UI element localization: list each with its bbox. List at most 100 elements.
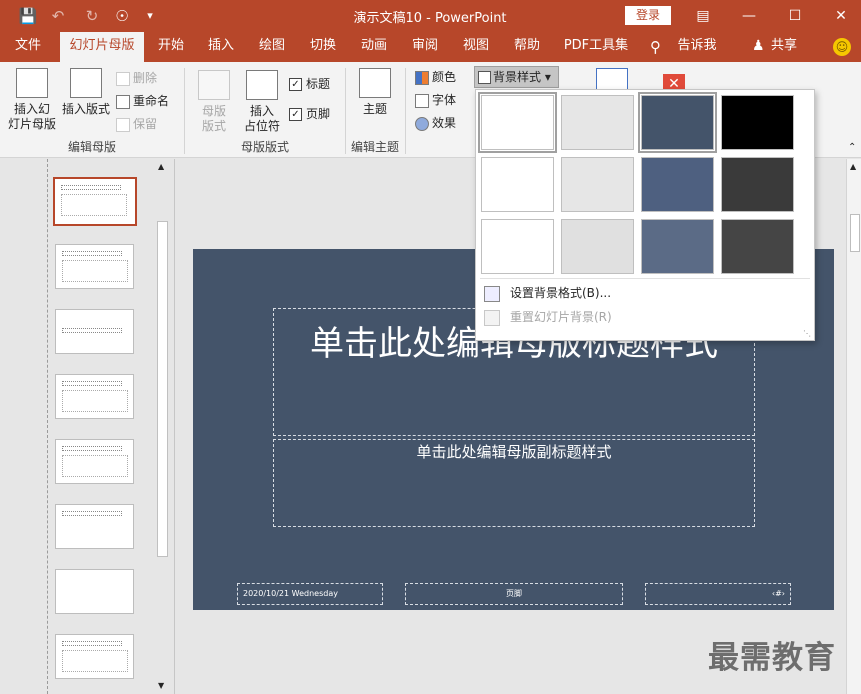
colors-label: 颜色 bbox=[432, 70, 457, 84]
tab-draw[interactable]: 绘图 bbox=[249, 32, 295, 62]
slide-number-placeholder[interactable]: ‹#› bbox=[645, 583, 791, 605]
colors-icon bbox=[415, 70, 429, 85]
title-checkbox-label: 标题 bbox=[306, 77, 331, 91]
tab-pdf-tools[interactable]: PDF工具集 bbox=[558, 32, 634, 62]
background-style-swatch[interactable] bbox=[721, 157, 794, 212]
footer-placeholder[interactable]: 页脚 bbox=[405, 583, 623, 605]
thumbnail-layout[interactable] bbox=[55, 309, 134, 354]
thumbnail-layout[interactable] bbox=[55, 439, 134, 484]
canvas-scrollbar[interactable]: ▲ bbox=[846, 159, 861, 694]
tab-animations[interactable]: 动画 bbox=[351, 32, 397, 62]
background-style-swatch[interactable] bbox=[481, 157, 554, 212]
background-style-swatch[interactable] bbox=[561, 157, 634, 212]
background-style-swatch[interactable] bbox=[561, 219, 634, 274]
subtitle-placeholder[interactable]: 单击此处编辑母版副标题样式 bbox=[273, 439, 755, 527]
undo-icon[interactable]: ↶ bbox=[48, 6, 68, 26]
login-button[interactable]: 登录 bbox=[625, 6, 671, 25]
thumb-title-bar bbox=[62, 328, 122, 333]
thumbnail-layout[interactable] bbox=[55, 634, 134, 679]
insert-master-label-2: 灯片母版 bbox=[7, 117, 56, 131]
collapse-ribbon-icon[interactable]: ⌃ bbox=[848, 142, 856, 153]
date-placeholder[interactable]: 2020/10/21 Wednesday bbox=[237, 583, 383, 605]
share-button[interactable]: 共享 bbox=[766, 32, 802, 62]
menu-divider bbox=[480, 278, 810, 279]
background-style-swatch[interactable] bbox=[641, 219, 714, 274]
tab-insert[interactable]: 插入 bbox=[198, 32, 244, 62]
effects-button[interactable]: 效果 bbox=[415, 113, 456, 133]
format-background-item[interactable]: 设置背景格式(B)... bbox=[484, 282, 611, 304]
theme-icon bbox=[359, 68, 391, 98]
background-style-swatch[interactable] bbox=[721, 219, 794, 274]
background-styles-button[interactable]: 背景样式 ▾ bbox=[474, 66, 559, 88]
scrollbar-thumb[interactable] bbox=[157, 221, 168, 557]
thumbnail-scrollbar[interactable]: ▲ ▼ bbox=[155, 159, 170, 694]
save-icon[interactable]: 💾 bbox=[18, 6, 38, 26]
background-style-swatch[interactable] bbox=[641, 157, 714, 212]
thumb-title-bar bbox=[62, 511, 122, 516]
insert-layout-button[interactable]: 插入版式 bbox=[60, 68, 112, 117]
scroll-up-icon[interactable]: ▲ bbox=[158, 162, 164, 171]
colors-button[interactable]: 颜色 bbox=[415, 67, 456, 87]
window-title: 演示文稿10 - PowerPoint bbox=[353, 11, 507, 26]
fonts-button[interactable]: 字体 bbox=[415, 90, 456, 110]
tell-me-search[interactable]: 告诉我 bbox=[672, 32, 722, 62]
smiley-icon[interactable]: ☺ bbox=[833, 38, 851, 56]
preserve-button[interactable]: 保留 bbox=[116, 114, 157, 134]
background-style-swatch[interactable] bbox=[721, 95, 794, 150]
background-style-swatch[interactable] bbox=[638, 92, 717, 153]
resize-grip-icon[interactable]: ⋱ bbox=[803, 329, 811, 338]
insert-slide-master-button[interactable]: 插入幻 灯片母版 bbox=[6, 68, 58, 132]
thumbnail-layout[interactable] bbox=[55, 244, 134, 289]
minimize-icon[interactable]: — bbox=[726, 4, 772, 28]
customize-icon[interactable]: ▾ bbox=[140, 6, 160, 26]
scrollbar-thumb[interactable] bbox=[850, 214, 860, 252]
delete-button[interactable]: 删除 bbox=[116, 68, 157, 88]
tab-home[interactable]: 开始 bbox=[148, 32, 194, 62]
thumbnail-layout[interactable] bbox=[55, 504, 134, 549]
tab-file[interactable]: 文件 bbox=[4, 32, 52, 62]
reset-background-label: 重置幻灯片背景(R) bbox=[510, 310, 612, 324]
tab-help[interactable]: 帮助 bbox=[504, 32, 550, 62]
scroll-up-icon[interactable]: ▲ bbox=[850, 162, 856, 171]
tab-view[interactable]: 视图 bbox=[453, 32, 499, 62]
placeholder-icon bbox=[246, 70, 278, 100]
effects-icon bbox=[415, 116, 429, 131]
tab-transitions[interactable]: 切换 bbox=[300, 32, 346, 62]
fonts-icon bbox=[415, 93, 429, 108]
thumbnail-layout[interactable] bbox=[55, 374, 134, 419]
check-icon: ✓ bbox=[289, 108, 302, 121]
fonts-label: 字体 bbox=[432, 93, 457, 107]
thumb-title-bar bbox=[62, 251, 122, 256]
group-edit-theme: 编辑主题 bbox=[350, 140, 399, 154]
theme-button[interactable]: 主题 bbox=[355, 68, 395, 117]
scroll-down-icon[interactable]: ▼ bbox=[158, 681, 164, 690]
insert-placeholder-label-2: 占位符 bbox=[243, 119, 280, 133]
close-icon[interactable]: ✕ bbox=[818, 4, 861, 28]
redo-icon[interactable]: ↻ bbox=[82, 6, 102, 26]
rename-button[interactable]: 重命名 bbox=[116, 91, 169, 111]
thumb-title-bar bbox=[62, 446, 122, 451]
insert-placeholder-button[interactable]: 插入 占位符 bbox=[238, 70, 286, 134]
background-styles-label: 背景样式 bbox=[493, 70, 542, 84]
background-style-swatch[interactable] bbox=[481, 219, 554, 274]
thumb-body-box bbox=[62, 390, 128, 412]
ribbon-display-icon[interactable]: ▤ bbox=[680, 4, 726, 28]
thumb-body-box bbox=[61, 194, 127, 216]
thumbnail-master[interactable] bbox=[53, 177, 137, 226]
footer-checkbox[interactable]: ✓ 页脚 bbox=[289, 104, 330, 124]
thumbnail-layout[interactable] bbox=[55, 569, 134, 614]
maximize-icon[interactable]: ☐ bbox=[772, 4, 818, 28]
reset-background-item[interactable]: 重置幻灯片背景(R) bbox=[484, 306, 612, 328]
title-checkbox[interactable]: ✓ 标题 bbox=[289, 74, 330, 94]
group-separator bbox=[405, 68, 406, 154]
background-style-swatch[interactable] bbox=[478, 92, 557, 153]
thumb-body-box bbox=[62, 260, 128, 282]
delete-label: 删除 bbox=[133, 71, 158, 85]
master-layout-button[interactable]: 母版 版式 bbox=[194, 70, 234, 134]
touch-mode-icon[interactable]: ☉ bbox=[112, 6, 132, 26]
footer-checkbox-label: 页脚 bbox=[306, 107, 331, 121]
master-layout-label-2: 版式 bbox=[201, 119, 226, 133]
tab-slide-master[interactable]: 幻灯片母版 bbox=[60, 32, 144, 62]
background-style-swatch[interactable] bbox=[561, 95, 634, 150]
tab-review[interactable]: 审阅 bbox=[402, 32, 448, 62]
